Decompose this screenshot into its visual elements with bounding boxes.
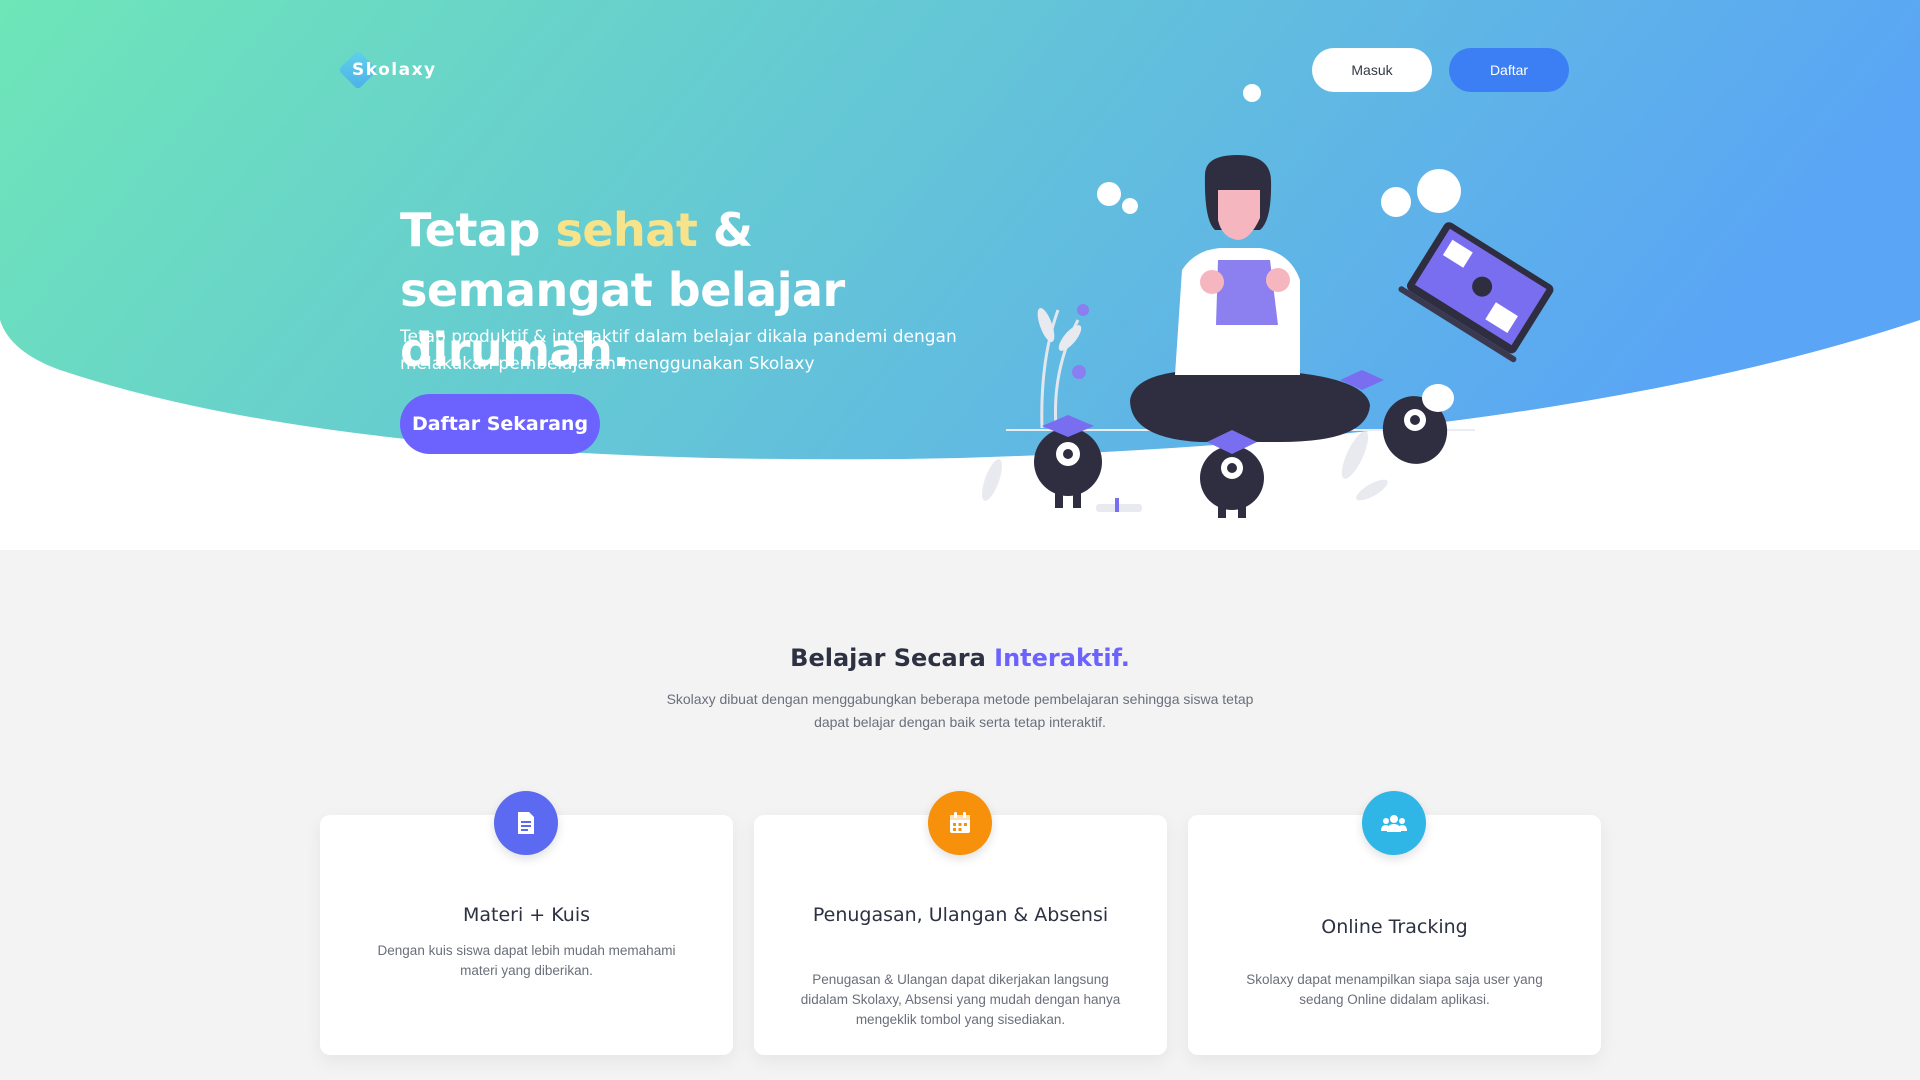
features-title-part1: Belajar Secara xyxy=(790,644,995,672)
feature-card-desc: Dengan kuis siswa dapat lebih mudah mema… xyxy=(377,943,676,978)
hero-section: Skolaxy Masuk Daftar Tetap sehat & seman… xyxy=(0,0,1920,550)
feature-card-desc: Penugasan & Ulangan dapat dikerjakan lan… xyxy=(800,972,1121,1027)
hero-title-accent: sehat xyxy=(555,203,698,257)
calendar-icon xyxy=(928,791,992,855)
hero-illustration xyxy=(982,84,1554,518)
features-title: Belajar Secara Interaktif. xyxy=(0,644,1920,672)
cta-register-now-button[interactable]: Daftar Sekarang xyxy=(400,394,600,454)
hero-subtitle: Tetap produktif & interaktif dalam belaj… xyxy=(400,327,957,374)
feature-card-title: Penugasan, Ulangan & Absensi xyxy=(812,904,1109,926)
hero-title-part1: Tetap xyxy=(400,203,556,257)
brand-logo[interactable]: Skolaxy xyxy=(338,50,437,90)
feature-card-title: Online Tracking xyxy=(1321,916,1468,938)
features-subtitle: Skolaxy dibuat dengan menggabungkan bebe… xyxy=(666,691,1254,730)
features-title-accent: Interaktif. xyxy=(994,644,1130,672)
document-icon xyxy=(494,791,558,855)
brand-name: Skolaxy xyxy=(352,60,437,80)
feature-card-desc: Skolaxy dapat menampilkan siapa saja use… xyxy=(1246,972,1543,1007)
users-icon xyxy=(1362,791,1426,855)
feature-card-title: Materi + Kuis xyxy=(463,904,590,926)
